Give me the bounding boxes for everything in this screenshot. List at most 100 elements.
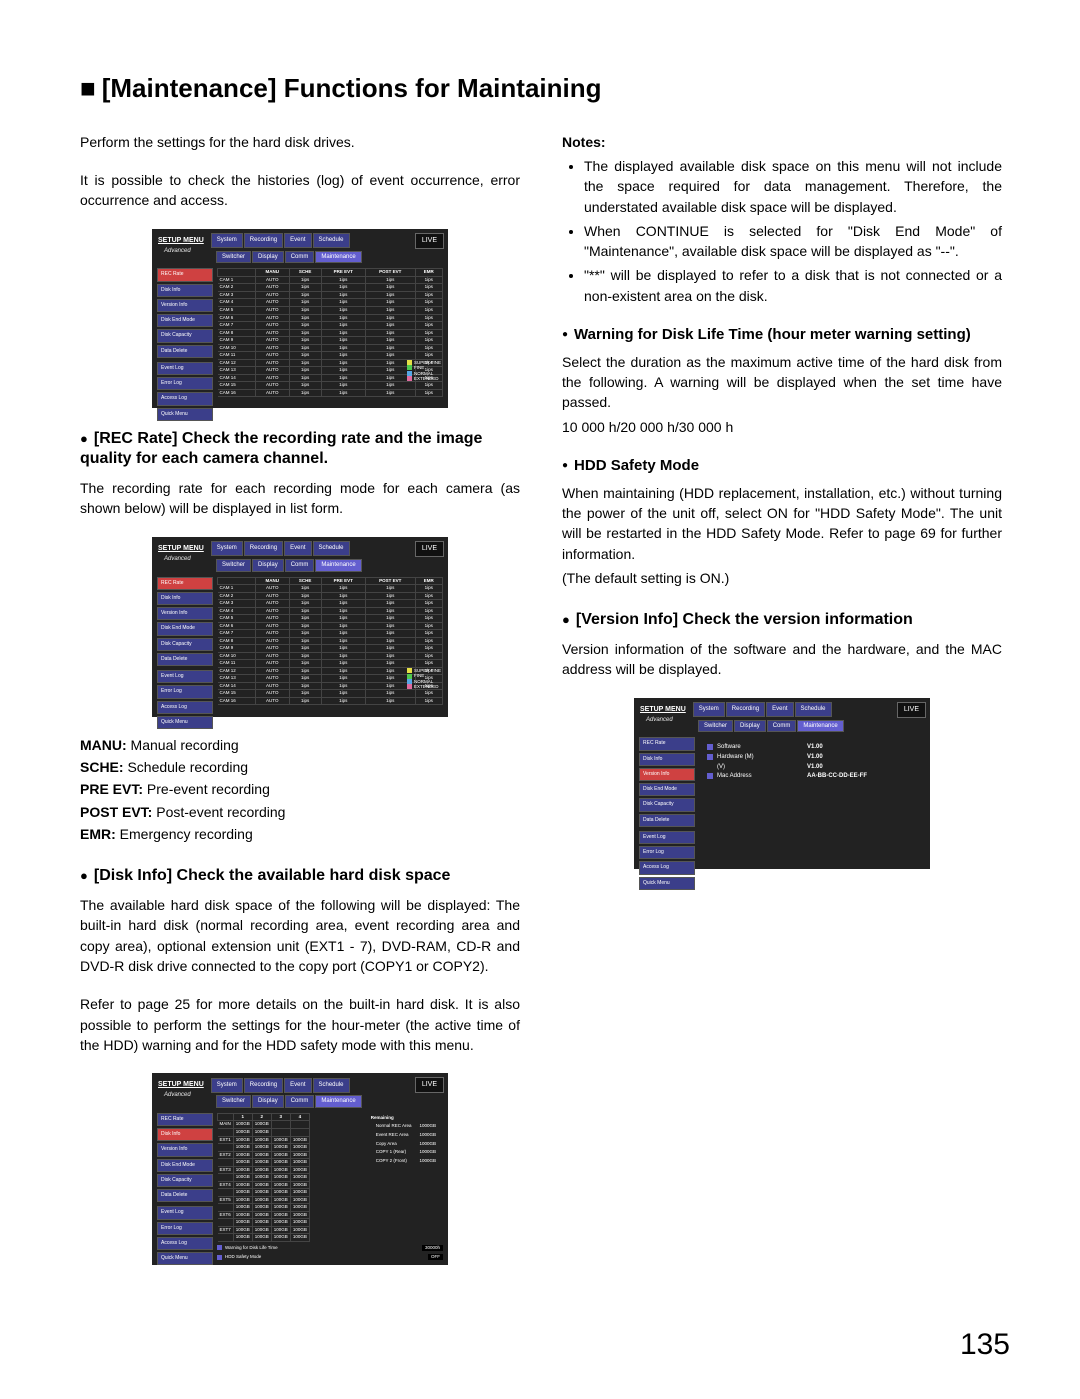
tab-system[interactable]: System [211,1078,243,1093]
sidenav-error-log[interactable]: Error Log [157,1222,213,1235]
live-button[interactable]: LIVE [415,1077,444,1093]
sidenav-rec-rate[interactable]: REC Rate [157,1113,213,1126]
page-title: ■[Maintenance] Functions for Maintaining [80,70,1010,108]
sidenav-disk-capacity[interactable]: Disk Capacity [639,798,695,811]
sidenav-access-log[interactable]: Access Log [157,701,213,714]
subtab-display[interactable]: Display [252,559,284,572]
notes-label: Notes: [562,132,1002,152]
subtab-switcher[interactable]: Switcher [216,251,251,264]
rec-rate-panel-1: SETUP MENU SystemRecordingEventSchedule LI… [152,229,448,407]
rec-rate-panel-2: SETUP MENUSystemRecordingEventScheduleLI… [152,537,448,715]
hdd-safety-body: When maintaining (HDD replacement, insta… [562,483,1002,564]
sidenav-event-log[interactable]: Event Log [639,831,695,844]
tab-recording[interactable]: Recording [244,233,283,248]
live-button[interactable]: LIVE [897,702,926,718]
notes-item: "**" will be displayed to refer to a dis… [584,265,1002,306]
tab-system[interactable]: System [693,702,725,717]
sidenav-rec-rate[interactable]: REC Rate [157,577,213,590]
intro-text-2: It is possible to check the histories (l… [80,170,520,211]
subtab-maintenance[interactable]: Maintenance [797,720,843,733]
version-info-panel: SETUP MENUSystemRecordingEventScheduleLI… [634,698,930,868]
tab-event[interactable]: Event [284,233,311,248]
disk-info-panel: SETUP MENUSystemRecordingEventScheduleLI… [152,1073,448,1263]
tab-system[interactable]: System [211,541,243,556]
subtab-display[interactable]: Display [252,251,284,264]
advanced-label: Advanced [164,247,191,256]
warning-body: Select the duration as the maximum activ… [562,352,1002,413]
sidenav-disk-end-mode[interactable]: Disk End Mode [157,314,213,327]
hdd-safety-default: (The default setting is ON.) [562,568,1002,588]
rec-rate-body: The recording rate for each recording mo… [80,478,520,519]
tab-recording[interactable]: Recording [726,702,765,717]
sidenav-quick-menu[interactable]: Quick Menu [157,408,213,421]
sidenav-error-log[interactable]: Error Log [639,846,695,859]
sidenav-event-log[interactable]: Event Log [157,1206,213,1219]
sidenav-disk-end-mode[interactable]: Disk End Mode [157,1159,213,1172]
sidenav-disk-capacity[interactable]: Disk Capacity [157,1174,213,1187]
tab-event[interactable]: Event [284,541,311,556]
sidenav-rec-rate[interactable]: REC Rate [157,268,213,281]
tab-recording[interactable]: Recording [244,541,283,556]
rec-mode-definitions: MANU: Manual recording SCHE: Schedule re… [80,735,520,844]
sidenav-version-info[interactable]: Version Info [639,768,695,781]
sidenav-data-delete[interactable]: Data Delete [157,653,213,666]
subtab-comm[interactable]: Comm [285,251,315,264]
sidenav-disk-info[interactable]: Disk Info [157,284,213,297]
warning-heading: Warning for Disk Life Time (hour meter w… [562,324,1002,346]
sidenav-data-delete[interactable]: Data Delete [639,814,695,827]
sidenav-disk-info[interactable]: Disk Info [157,592,213,605]
sidenav-rec-rate[interactable]: REC Rate [639,737,695,750]
notes-list: The displayed available disk space on th… [562,156,1002,306]
sidenav-quick-menu[interactable]: Quick Menu [639,877,695,890]
intro-text-1: Perform the settings for the hard disk d… [80,132,520,152]
subtab-display[interactable]: Display [252,1095,284,1108]
subtab-maintenance[interactable]: Maintenance [315,559,361,572]
sidenav-version-info[interactable]: Version Info [157,299,213,312]
tab-event[interactable]: Event [284,1078,311,1093]
tab-schedule[interactable]: Schedule [313,233,350,248]
subtab-comm[interactable]: Comm [285,1095,315,1108]
subtab-maintenance[interactable]: Maintenance [315,1095,361,1108]
sidenav-event-log[interactable]: Event Log [157,670,213,683]
square-icon: ■ [80,73,96,103]
version-info-body: Version information of the software and … [562,639,1002,680]
tab-recording[interactable]: Recording [244,1078,283,1093]
subtab-display[interactable]: Display [734,720,766,733]
tab-system[interactable]: System [211,233,243,248]
subtab-switcher[interactable]: Switcher [216,1095,251,1108]
sidenav-error-log[interactable]: Error Log [157,685,213,698]
version-info-heading: [Version Info] Check the version informa… [562,610,1002,631]
sidenav-disk-info[interactable]: Disk Info [157,1128,213,1141]
subtab-switcher[interactable]: Switcher [216,559,251,572]
sidenav-access-log[interactable]: Access Log [157,392,213,405]
subtab-comm[interactable]: Comm [285,559,315,572]
sidenav-disk-end-mode[interactable]: Disk End Mode [639,783,695,796]
sidenav-disk-end-mode[interactable]: Disk End Mode [157,622,213,635]
sidenav-data-delete[interactable]: Data Delete [157,345,213,358]
live-button[interactable]: LIVE [415,541,444,557]
tab-event[interactable]: Event [766,702,793,717]
sidenav-disk-capacity[interactable]: Disk Capacity [157,638,213,651]
tab-schedule[interactable]: Schedule [313,1078,350,1093]
right-column: Notes: The displayed available disk spac… [562,132,1002,1283]
sidenav-error-log[interactable]: Error Log [157,377,213,390]
sidenav-version-info[interactable]: Version Info [157,1143,213,1156]
tab-schedule[interactable]: Schedule [795,702,832,717]
sidenav-event-log[interactable]: Event Log [157,362,213,375]
sidenav-access-log[interactable]: Access Log [157,1237,213,1250]
sidenav-data-delete[interactable]: Data Delete [157,1189,213,1202]
subtab-comm[interactable]: Comm [767,720,797,733]
setup-menu-label: SETUP MENU [158,236,204,246]
sidenav-quick-menu[interactable]: Quick Menu [157,716,213,729]
sidenav-disk-capacity[interactable]: Disk Capacity [157,329,213,342]
sidenav-disk-info[interactable]: Disk Info [639,753,695,766]
sidenav-version-info[interactable]: Version Info [157,607,213,620]
sidenav-quick-menu[interactable]: Quick Menu [157,1252,213,1265]
live-button[interactable]: LIVE [415,233,444,249]
advanced-label: Advanced [646,716,673,725]
sidenav-access-log[interactable]: Access Log [639,861,695,874]
left-column: Perform the settings for the hard disk d… [80,132,520,1283]
subtab-switcher[interactable]: Switcher [698,720,733,733]
subtab-maintenance[interactable]: Maintenance [315,251,361,264]
tab-schedule[interactable]: Schedule [313,541,350,556]
